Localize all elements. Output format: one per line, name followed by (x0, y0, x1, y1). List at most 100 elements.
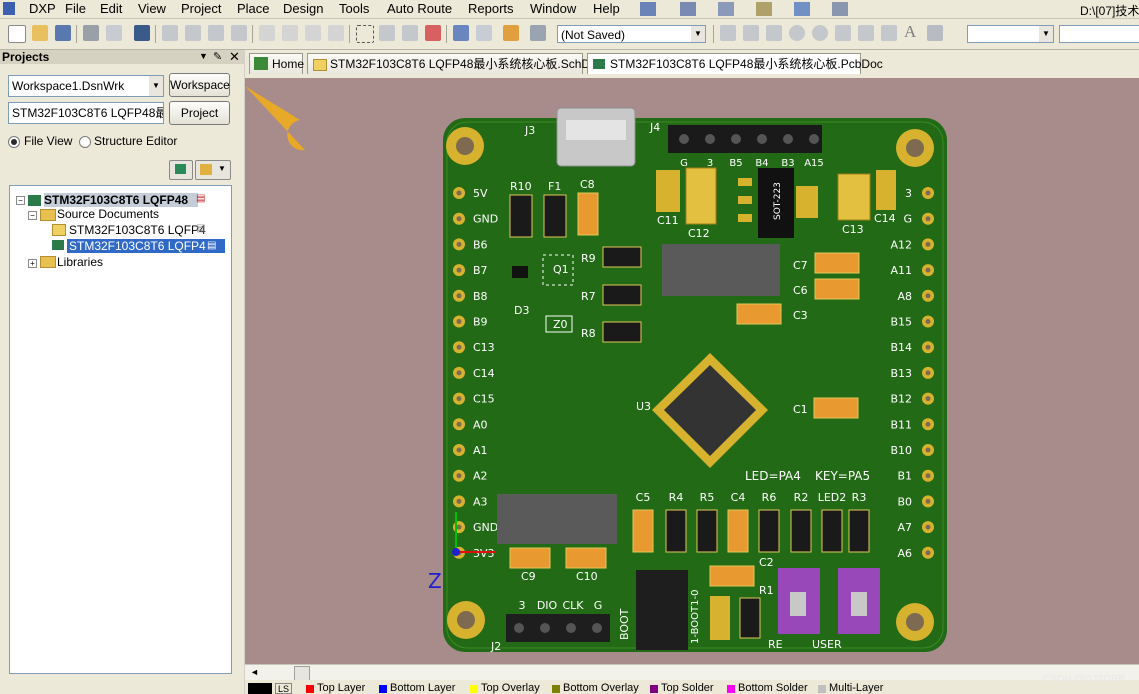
layer-tab-top-overlay[interactable]: Top Overlay (469, 683, 540, 694)
rubber-stamp-icon[interactable] (328, 25, 344, 41)
project-button[interactable]: Project (169, 101, 230, 125)
project-layers-icon[interactable] (169, 160, 193, 180)
menu-dxp[interactable]: DXP (29, 1, 56, 16)
menu-project[interactable]: Project (181, 1, 221, 16)
capacitor-c7[interactable] (814, 252, 860, 274)
project-field[interactable]: STM32F103C8T6 LQFP48最小 (8, 102, 164, 124)
snap-select[interactable] (1059, 25, 1139, 43)
open-icon[interactable] (32, 25, 48, 41)
component-c5[interactable] (632, 509, 654, 553)
expand-icon[interactable]: + (28, 259, 37, 268)
boot-header[interactable] (636, 570, 688, 650)
component-r4[interactable] (665, 509, 687, 553)
collapse-icon[interactable]: − (28, 211, 37, 220)
zoom-selected-icon[interactable] (208, 25, 224, 41)
tantalum-c12[interactable] (685, 167, 717, 225)
menu-design[interactable]: Design (283, 1, 323, 16)
layer-tab-multi-layer[interactable]: Multi-Layer (817, 683, 883, 694)
copy-icon[interactable] (282, 25, 298, 41)
layer-tab-bottom-layer[interactable]: Bottom Layer (378, 683, 455, 694)
zoom-area-icon[interactable] (185, 25, 201, 41)
tree-doc-schdoc[interactable]: STM32F103C8T6 LQFP4 (69, 223, 206, 237)
menu-view[interactable]: View (138, 1, 166, 16)
diode-d3[interactable] (512, 266, 528, 278)
project-options-icon[interactable]: ▼ (195, 160, 231, 180)
layer-tab-top-solder[interactable]: Top Solder (649, 683, 714, 694)
menu-edit[interactable]: Edit (100, 1, 122, 16)
diff-pair-icon[interactable] (766, 25, 782, 41)
tantalum-c13[interactable] (837, 173, 871, 221)
chevron-down-icon[interactable]: ▼ (149, 76, 163, 96)
route-icon[interactable] (720, 25, 736, 41)
capacitor-c8[interactable] (577, 192, 599, 236)
layer-tab-bottom-solder[interactable]: Bottom Solder (726, 683, 808, 694)
chevron-down-icon[interactable]: ▼ (691, 26, 705, 42)
tree-doc-pcbdoc[interactable]: STM32F103C8T6 LQFP4 ▤ (67, 239, 225, 253)
menu-tools[interactable]: Tools (339, 1, 369, 16)
panel-menu-icon[interactable]: ▼ (199, 51, 208, 61)
capacitor-c11[interactable] (656, 170, 680, 212)
chevron-down-icon[interactable]: ▼ (1039, 26, 1053, 42)
capacitor-c14[interactable] (876, 170, 896, 210)
menu-file[interactable]: File (65, 1, 86, 16)
grid-icon[interactable] (832, 2, 848, 16)
resistor-r8[interactable] (602, 321, 642, 343)
menu-window[interactable]: Window (530, 1, 576, 16)
collapse-icon[interactable]: − (16, 196, 25, 205)
component-r2[interactable] (790, 509, 812, 553)
tab-pcbdoc[interactable]: STM32F103C8T6 LQFP48最小系统核心板.PcbDoc (587, 53, 883, 74)
arc-icon[interactable] (835, 25, 851, 41)
pin-icon[interactable]: ✎ (213, 50, 222, 63)
tab-schdoc[interactable]: STM32F103C8T6 LQFP48最小系统核心板.SchDoc (307, 53, 603, 74)
capacitor-c1[interactable] (813, 397, 859, 419)
current-layer-swatch[interactable] (248, 683, 272, 694)
file-view-label[interactable]: File View (24, 134, 72, 148)
component-r3[interactable] (848, 509, 870, 553)
header-j4[interactable] (668, 125, 822, 153)
component-led2[interactable] (821, 509, 843, 553)
pad-icon[interactable] (789, 25, 805, 41)
layer-set-select[interactable]: ▼ (967, 25, 1054, 43)
resistor-r9[interactable] (602, 246, 642, 268)
room-icon[interactable] (794, 2, 810, 16)
file-view-radio[interactable] (8, 136, 20, 148)
capacitor-c2[interactable] (709, 565, 755, 587)
pcb-board-view[interactable]: 5VGNDB6B7B8B9C13C14C15A0A1A2A3GND3V3 3GA… (245, 78, 1139, 664)
zoom-filtered-icon[interactable] (231, 25, 247, 41)
structure-editor-radio[interactable] (79, 136, 91, 148)
capacitor-c6[interactable] (814, 278, 860, 300)
menu-place[interactable]: Place (237, 1, 270, 16)
resistor-r1[interactable] (739, 597, 761, 639)
crosshair-icon[interactable] (503, 25, 519, 41)
variant-select[interactable]: (Not Saved) ▼ (557, 25, 706, 43)
move-icon[interactable] (379, 25, 395, 41)
workspace-button[interactable]: Workspace (169, 73, 230, 97)
undo-icon[interactable] (453, 25, 469, 41)
layer-tab-top-layer[interactable]: Top Layer (305, 683, 365, 694)
led-component[interactable] (710, 596, 730, 640)
via-icon[interactable] (812, 25, 828, 41)
capacitor-c10[interactable] (565, 547, 607, 569)
browse-icon[interactable] (530, 25, 546, 41)
scroll-left-icon[interactable]: ◄ (250, 667, 259, 677)
component-c4[interactable] (727, 509, 749, 553)
string-icon[interactable]: A (904, 22, 916, 42)
place-via-icon[interactable] (718, 2, 734, 16)
tree-libraries[interactable]: Libraries (57, 255, 103, 269)
move-selection-icon[interactable] (402, 25, 418, 41)
component-r6[interactable] (758, 509, 780, 553)
route-multiple-icon[interactable] (743, 25, 759, 41)
capacitor-c9[interactable] (509, 547, 551, 569)
layer-tab-bottom-overlay[interactable]: Bottom Overlay (551, 683, 639, 694)
tree-project-root[interactable]: STM32F103C8T6 LQFP48 (44, 193, 198, 207)
cut-icon[interactable] (259, 25, 275, 41)
tab-home[interactable]: Home (249, 53, 304, 74)
dimension-icon[interactable] (756, 2, 772, 16)
select-area-icon[interactable] (356, 25, 374, 43)
capacitor-c3[interactable] (736, 303, 782, 325)
paste-icon[interactable] (305, 25, 321, 41)
redo-icon[interactable] (476, 25, 492, 41)
resistor-r7[interactable] (602, 284, 642, 306)
workspace-select[interactable]: Workspace1.DsnWrk ▼ (8, 75, 164, 97)
interactive-route-icon[interactable] (640, 2, 656, 16)
